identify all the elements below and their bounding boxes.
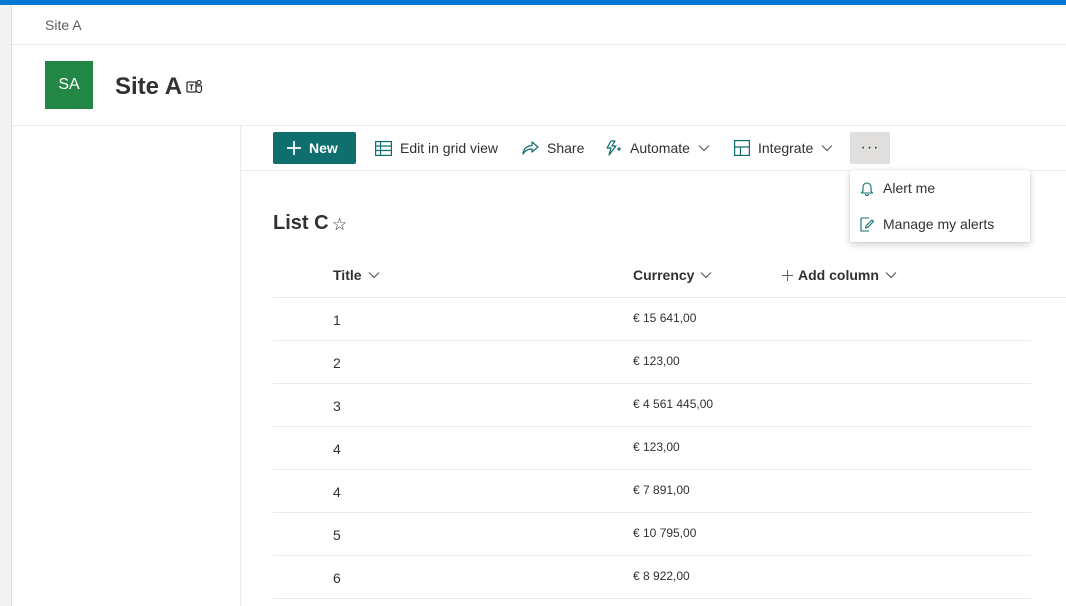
cell-title[interactable]: 4 bbox=[333, 441, 341, 457]
site-header: SA Site A bbox=[12, 45, 1066, 126]
column-header-currency[interactable]: Currency bbox=[633, 267, 712, 283]
cell-title[interactable]: 5 bbox=[333, 527, 341, 543]
menu-item-alert-me[interactable]: Alert me bbox=[850, 170, 1030, 206]
share-label: Share bbox=[547, 140, 585, 156]
table-row[interactable]: 4 € 123,00 bbox=[273, 427, 1031, 470]
share-icon bbox=[522, 140, 539, 155]
cell-title[interactable]: 1 bbox=[333, 312, 341, 328]
automate-button[interactable]: Automate bbox=[605, 132, 710, 164]
cell-currency: € 15 641,00 bbox=[633, 311, 697, 325]
table-row[interactable]: 4 € 7 891,00 bbox=[273, 470, 1031, 513]
table-row[interactable]: 3 € 4 561 445,00 bbox=[273, 384, 1031, 427]
cell-currency: € 10 795,00 bbox=[633, 526, 697, 540]
cell-title[interactable]: 6 bbox=[333, 570, 341, 586]
chevron-down-icon bbox=[821, 145, 833, 152]
list-title: List C bbox=[273, 212, 329, 234]
breadcrumb-site-link[interactable]: Site A bbox=[45, 17, 82, 33]
bell-icon bbox=[860, 181, 874, 196]
chevron-down-icon bbox=[368, 272, 379, 279]
app-bar bbox=[0, 5, 12, 606]
cell-currency: € 4 561 445,00 bbox=[633, 397, 714, 411]
new-button[interactable]: New bbox=[273, 132, 356, 164]
menu-item-label: Alert me bbox=[883, 180, 936, 196]
more-options-button[interactable]: ··· bbox=[850, 132, 890, 164]
chevron-down-icon bbox=[885, 272, 897, 279]
site-title[interactable]: Site A bbox=[115, 73, 182, 101]
cell-currency: € 8 922,00 bbox=[633, 569, 690, 583]
automate-label: Automate bbox=[630, 140, 690, 156]
table-row[interactable]: 6 € 8 922,00 bbox=[273, 556, 1031, 599]
edit-grid-view-label: Edit in grid view bbox=[400, 140, 499, 156]
column-header-title[interactable]: Title bbox=[333, 267, 380, 283]
plus-icon bbox=[782, 269, 793, 281]
more-options-menu: Alert me Manage my alerts bbox=[850, 170, 1030, 242]
menu-item-label: Manage my alerts bbox=[883, 216, 995, 232]
integrate-button[interactable]: Integrate bbox=[734, 132, 833, 164]
site-logo[interactable]: SA bbox=[45, 61, 93, 109]
chevron-down-icon bbox=[701, 272, 712, 279]
table-row[interactable]: 1 € 15 641,00 bbox=[273, 298, 1031, 341]
new-button-label: New bbox=[309, 140, 338, 156]
breadcrumb-bar: Site A bbox=[12, 5, 1066, 45]
integrate-icon bbox=[734, 140, 750, 156]
automate-icon bbox=[606, 140, 621, 156]
plus-icon bbox=[287, 141, 301, 155]
chevron-down-icon bbox=[698, 145, 710, 152]
left-navigation bbox=[12, 126, 241, 606]
add-column-button[interactable]: Add column bbox=[782, 267, 897, 283]
cell-currency: € 7 891,00 bbox=[633, 483, 690, 497]
cell-currency: € 123,00 bbox=[633, 440, 680, 454]
cell-title[interactable]: 2 bbox=[333, 355, 341, 371]
edit-grid-view-button[interactable]: Edit in grid view bbox=[375, 132, 498, 164]
table-row[interactable]: 2 € 123,00 bbox=[273, 341, 1031, 384]
integrate-label: Integrate bbox=[758, 140, 814, 156]
edit-alerts-icon bbox=[860, 216, 874, 232]
command-bar: New Edit in grid view Share Automate Int… bbox=[241, 126, 1066, 171]
star-icon[interactable]: ☆ bbox=[332, 215, 347, 235]
cell-title[interactable]: 4 bbox=[333, 484, 341, 500]
cell-title[interactable]: 3 bbox=[333, 398, 341, 414]
teams-icon[interactable] bbox=[186, 79, 204, 95]
share-button[interactable]: Share bbox=[522, 132, 584, 164]
table-row[interactable]: 5 € 10 795,00 bbox=[273, 513, 1031, 556]
menu-item-manage-alerts[interactable]: Manage my alerts bbox=[850, 206, 1030, 242]
grid-icon bbox=[375, 140, 392, 156]
cell-currency: € 123,00 bbox=[633, 354, 680, 368]
